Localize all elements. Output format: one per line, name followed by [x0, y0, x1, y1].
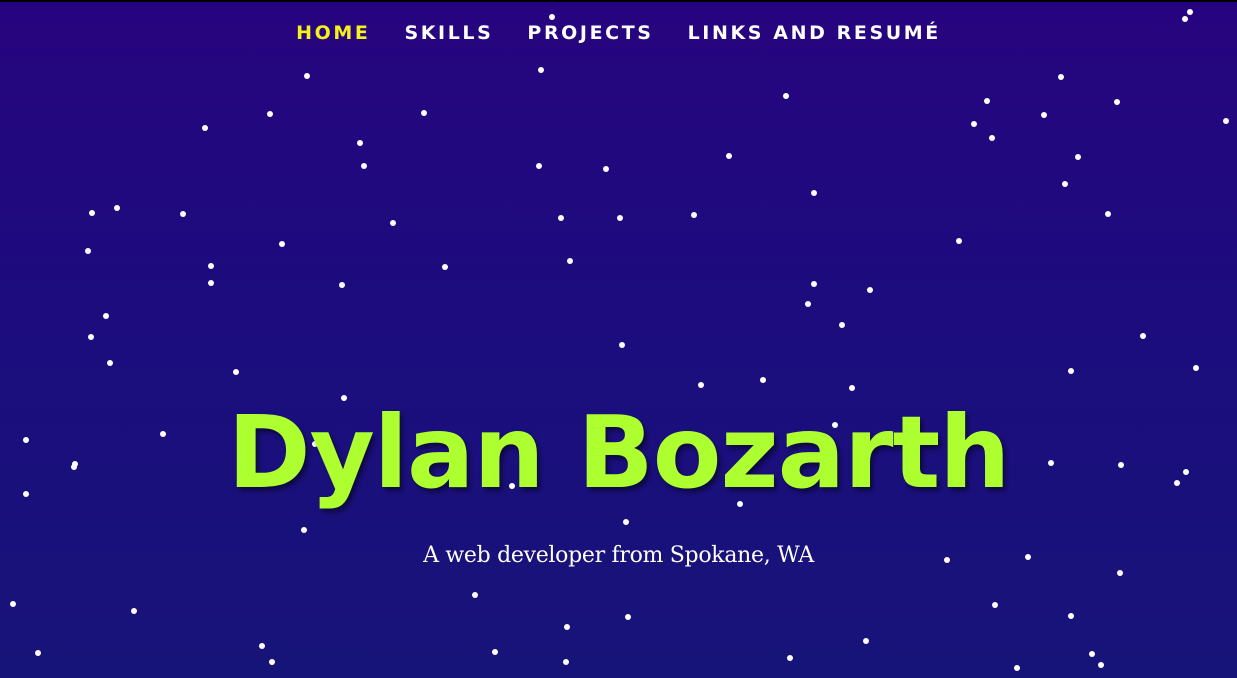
star-dot	[269, 659, 275, 665]
star-dot	[339, 282, 345, 288]
star-dot	[442, 264, 448, 270]
star-dot	[1140, 333, 1146, 339]
star-dot	[180, 211, 186, 217]
star-dot	[35, 650, 41, 656]
star-dot	[558, 215, 564, 221]
star-dot	[89, 210, 95, 216]
star-dot	[984, 98, 990, 104]
star-dot	[1014, 665, 1020, 671]
star-dot	[1114, 99, 1120, 105]
star-dot	[1105, 211, 1111, 217]
nav-home[interactable]: HOME	[296, 20, 370, 46]
star-dot	[811, 281, 817, 287]
star-dot	[421, 110, 427, 116]
star-dot	[849, 385, 855, 391]
star-dot	[202, 125, 208, 131]
star-dot	[760, 377, 766, 383]
hero-title: Dylan Bozarth	[227, 394, 1011, 511]
star-dot	[617, 215, 623, 221]
star-dot	[208, 280, 214, 286]
hero-subtitle: A web developer from Spokane, WA	[423, 543, 814, 568]
nav-projects[interactable]: PROJECTS	[527, 20, 653, 46]
star-dot	[1068, 368, 1074, 374]
star-dot	[10, 601, 16, 607]
star-dot	[103, 313, 109, 319]
star-dot	[1041, 112, 1047, 118]
star-dot	[1062, 181, 1068, 187]
star-dot	[233, 369, 239, 375]
star-dot	[691, 212, 697, 218]
star-dot	[867, 287, 873, 293]
star-dot	[956, 238, 962, 244]
star-dot	[1089, 651, 1095, 657]
star-dot	[357, 140, 363, 146]
star-dot	[267, 111, 273, 117]
star-dot	[726, 153, 732, 159]
star-dot	[1075, 154, 1081, 160]
star-dot	[989, 135, 995, 141]
star-dot	[1068, 613, 1074, 619]
star-dot	[390, 220, 396, 226]
star-dot	[992, 602, 998, 608]
nav-skills[interactable]: SKILLS	[404, 20, 493, 46]
star-dot	[1098, 662, 1104, 668]
star-dot	[85, 248, 91, 254]
star-dot	[623, 519, 629, 525]
star-dot	[114, 205, 120, 211]
star-dot	[304, 73, 310, 79]
star-dot	[863, 638, 869, 644]
star-dot	[279, 241, 285, 247]
star-dot	[1223, 118, 1229, 124]
main-nav: HOME SKILLS PROJECTS LINKS AND RESUMÉ	[0, 20, 1237, 46]
star-dot	[88, 334, 94, 340]
star-dot	[698, 382, 704, 388]
star-dot	[839, 322, 845, 328]
star-dot	[619, 342, 625, 348]
nav-links-and-resume[interactable]: LINKS AND RESUMÉ	[688, 20, 941, 46]
star-dot	[805, 301, 811, 307]
star-dot	[971, 121, 977, 127]
star-dot	[603, 166, 609, 172]
star-dot	[783, 93, 789, 99]
star-dot	[1187, 9, 1193, 15]
star-dot	[1193, 365, 1199, 371]
starfield-background	[0, 0, 1237, 678]
star-dot	[811, 190, 817, 196]
star-dot	[625, 614, 631, 620]
star-dot	[107, 360, 113, 366]
star-dot	[564, 624, 570, 630]
star-dot	[567, 258, 573, 264]
star-dot	[208, 263, 214, 269]
star-dot	[563, 659, 569, 665]
star-dot	[361, 163, 367, 169]
star-dot	[492, 649, 498, 655]
star-dot	[1058, 74, 1064, 80]
star-dot	[787, 655, 793, 661]
star-dot	[131, 608, 137, 614]
star-dot	[538, 67, 544, 73]
star-dot	[536, 163, 542, 169]
star-dot	[472, 592, 478, 598]
star-dot	[259, 643, 265, 649]
star-dot	[301, 527, 307, 533]
